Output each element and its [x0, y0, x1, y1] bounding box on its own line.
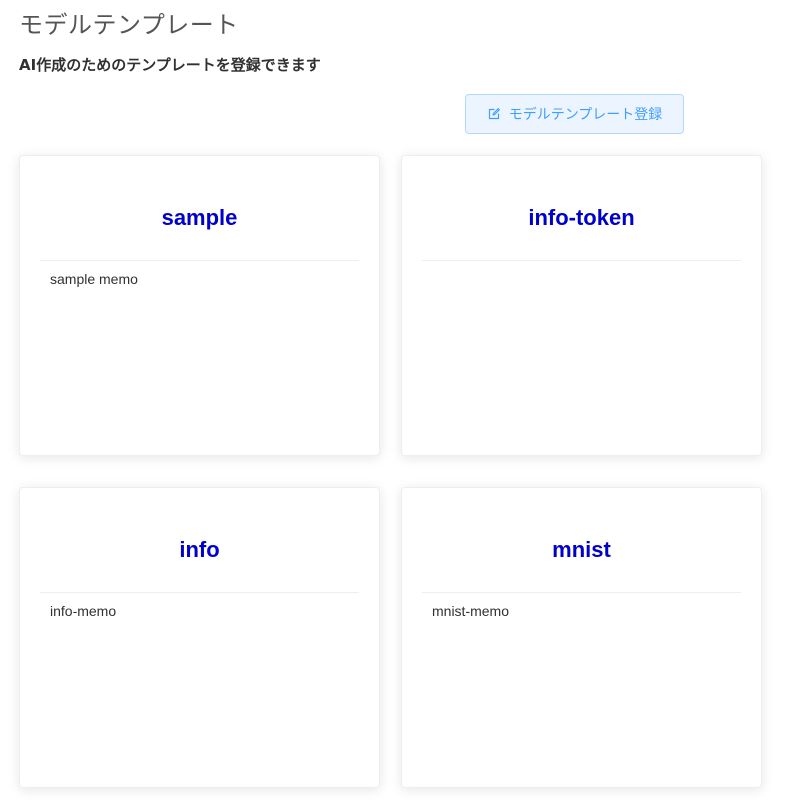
template-card-title: info-token [528, 205, 635, 230]
card-divider [40, 592, 359, 593]
card-divider [422, 260, 741, 261]
template-card-mnist[interactable]: mnist mnist-memo [401, 487, 762, 788]
template-card-title: info [179, 537, 220, 562]
template-card-info[interactable]: info info-memo [19, 487, 380, 788]
card-divider [40, 260, 359, 261]
template-card-sample[interactable]: sample sample memo [19, 155, 380, 456]
register-template-label: モデルテンプレート登録 [508, 106, 663, 122]
template-card-info-token[interactable]: info-token [401, 155, 762, 456]
template-card-memo: info-memo [50, 603, 117, 619]
page-title: モデルテンプレート [19, 11, 239, 39]
page-subtitle: AI作成のためのテンプレートを登録できます [19, 56, 321, 74]
model-template-page: モデルテンプレート AI作成のためのテンプレートを登録できます モデルテンプレー… [0, 0, 795, 802]
template-card-title: sample [161, 205, 238, 230]
template-card-memo: mnist-memo [432, 603, 510, 619]
template-card-title: mnist [552, 537, 611, 562]
edit-icon [487, 107, 501, 121]
card-divider [422, 592, 741, 593]
register-template-button[interactable]: モデルテンプレート登録 [465, 94, 684, 134]
template-card-memo: sample memo [50, 271, 138, 287]
